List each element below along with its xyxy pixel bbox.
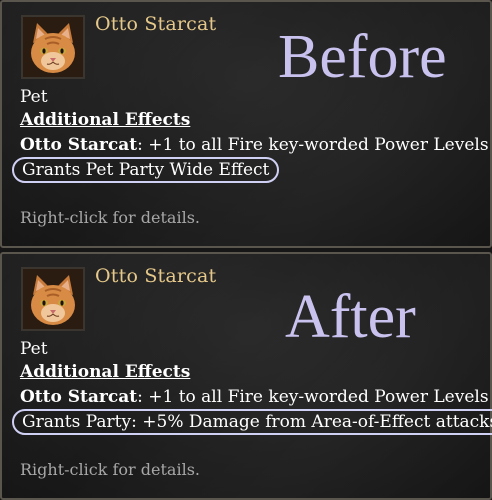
highlighted-effect: Grants Party: +5% Damage from Area-of-Ef… [12, 409, 492, 435]
section-heading: Additional Effects [20, 110, 191, 130]
pet-tooltip-before: Otto Starcat Before Pet Additional Effec… [0, 0, 492, 248]
highlighted-effect: Grants Pet Party Wide Effect [12, 157, 280, 183]
effect-name: Otto Starcat [20, 135, 138, 155]
item-name: Otto Starcat [95, 265, 217, 287]
effect-line: Otto Starcat: +1 to all Fire key-worded … [20, 135, 489, 155]
section-heading: Additional Effects [20, 362, 191, 382]
effect-name: Otto Starcat [20, 387, 138, 407]
item-type: Pet [20, 339, 48, 359]
effect-text: : +1 to all Fire key-worded Power Levels [137, 387, 489, 407]
pet-tooltip-after: Otto Starcat After Pet Additional Effect… [0, 252, 492, 500]
effect-line: Otto Starcat: +1 to all Fire key-worded … [20, 387, 489, 407]
item-name: Otto Starcat [95, 13, 217, 35]
cat-portrait-icon [21, 267, 85, 331]
comparison-label: After [285, 283, 416, 351]
comparison-label: Before [278, 23, 447, 91]
cat-portrait-icon [21, 15, 85, 79]
details-hint: Right-click for details. [20, 208, 200, 227]
details-hint: Right-click for details. [20, 460, 200, 479]
item-type: Pet [20, 87, 48, 107]
effect-text: : +1 to all Fire key-worded Power Levels [137, 135, 489, 155]
